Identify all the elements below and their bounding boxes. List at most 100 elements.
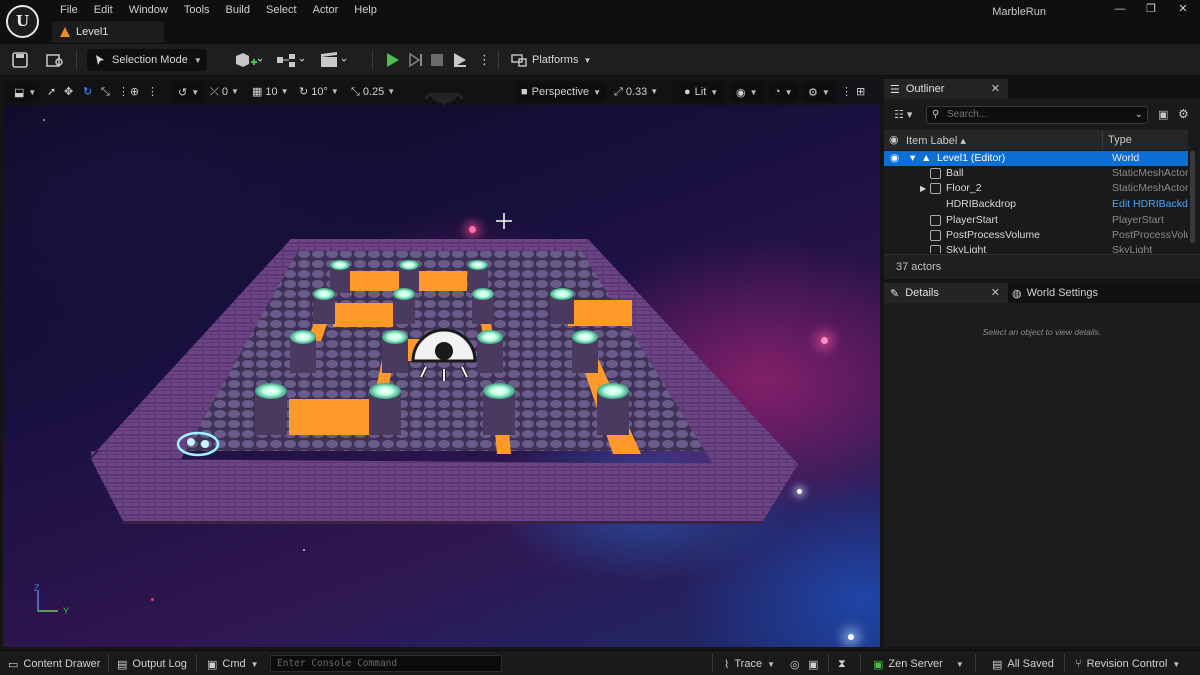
world-settings-tab[interactable]: ◍ World Settings (1012, 283, 1098, 303)
add-folder-icon[interactable]: ▣ (1158, 108, 1168, 121)
play-icon[interactable] (386, 52, 400, 68)
column-divider[interactable] (1102, 130, 1103, 150)
outliner-row[interactable]: PostProcessVolume PostProcessVolume (884, 228, 1188, 243)
surface-snapping-button[interactable]: ↺ ▼ (173, 82, 205, 102)
platforms-dropdown[interactable]: Platforms ▼ (511, 51, 591, 69)
transform-options-icon[interactable]: ⋮ (118, 84, 129, 100)
menu-actor[interactable]: Actor (305, 3, 347, 17)
eject-icon[interactable] (452, 52, 468, 68)
visibility-eye-icon[interactable]: ◉ (889, 133, 899, 146)
viewport-layout-icon[interactable]: ⊞ (856, 84, 865, 100)
search-icon: ⚲ (932, 109, 940, 120)
grid-snap-toggle[interactable]: ▦ 10 ▼ (252, 84, 289, 100)
maximize-icon[interactable]: ❐ (1134, 1, 1168, 19)
viewport-kebab-icon[interactable]: ⋮ (841, 84, 852, 100)
add-actor-icon[interactable] (234, 52, 262, 68)
camera-speed-button[interactable]: ⤢ 0.33 ▼ (614, 84, 658, 100)
trace-dropdown[interactable]: ⌇ Trace ▼ (724, 656, 775, 672)
unreal-logo-icon[interactable]: U (6, 5, 39, 38)
menu-window[interactable]: Window (121, 3, 176, 17)
cinematics-icon[interactable] (320, 52, 350, 68)
save-icon[interactable] (12, 52, 28, 68)
translate-tool-icon[interactable]: ✥ (64, 84, 73, 100)
details-tab[interactable]: ✎ Details ✕ (884, 283, 1008, 303)
viewport-settings-dropdown[interactable]: ⚙ ▼ (803, 82, 835, 102)
rotate-tool-icon[interactable]: ↻ (83, 84, 92, 100)
toolbar-separator (76, 50, 77, 70)
menu-tools[interactable]: Tools (176, 3, 218, 17)
close-icon[interactable]: ✕ (991, 286, 1000, 299)
chevron-down-icon: ▼ (955, 659, 964, 669)
level-viewport[interactable]: Z Y ⬓ ▼ ➚ ✥ ↻ ⤡ ⋮ ⊕ ⋮ ↺ ▼ ⤫ 0 ▼ ▦ 10 ▼ ↻ 10° ▼ ⤡… (3, 79, 880, 647)
axis-y-label: Y (63, 606, 69, 616)
chevron-down-icon: ⌄ (1134, 109, 1143, 120)
expand-arrow-icon[interactable]: ▾ (910, 151, 915, 166)
minimize-icon[interactable]: — (1103, 1, 1137, 19)
outliner-scrollbar[interactable] (1190, 151, 1195, 243)
view-mode-dropdown[interactable]: ● Lit ▼ (679, 82, 724, 102)
viewport-menu-button[interactable]: ⬓ ▼ (9, 82, 39, 102)
menu-edit[interactable]: Edit (86, 3, 121, 17)
content-drawer-button[interactable]: ▭ Content Drawer (8, 656, 100, 672)
derived-data-icon[interactable]: ⧗ (838, 656, 846, 672)
all-saved-button[interactable]: ▤ All Saved (992, 656, 1054, 672)
outliner-search-input[interactable]: ⚲ Search... ⌄ (926, 106, 1148, 124)
scale-snap-toggle[interactable]: ⤡ 0.25 ▼ (351, 84, 395, 100)
chevron-down-icon: ▼ (330, 87, 339, 96)
selection-mode-dropdown[interactable]: Selection Mode ▼ (87, 49, 207, 71)
perspective-label: Perspective (531, 86, 590, 98)
outliner-row[interactable]: ◉ ▾ ▲ Level1 (Editor) World (884, 151, 1188, 166)
menu-select[interactable]: Select (258, 3, 305, 17)
chevron-down-icon: ▼ (387, 87, 396, 96)
coordinate-system-icon[interactable]: ⊕ (130, 84, 139, 100)
show-flags-dropdown[interactable]: ◉ ▼ (731, 82, 763, 102)
record-icon[interactable]: ◎ (790, 656, 800, 672)
chevron-down-icon: ▼ (193, 55, 202, 65)
filter-icon[interactable]: ☷ ▾ (894, 108, 912, 121)
gear-icon[interactable]: ⚙ (1178, 107, 1189, 121)
type-column-header[interactable]: Type (1108, 134, 1132, 146)
output-log-button[interactable]: ▤ Output Log (117, 656, 187, 672)
close-window-icon[interactable]: ✕ (1166, 1, 1200, 19)
outliner-row[interactable]: Ball StaticMeshActor (884, 166, 1188, 181)
item-label-column[interactable]: Item Label ▴ (906, 134, 966, 147)
menu-build[interactable]: Build (218, 3, 258, 17)
outliner-panel: ☰ Outliner ✕ ☷ ▾ ⚲ Search... ⌄ ▣ ⚙ ◉ Ite… (884, 79, 1200, 279)
screenshot-icon[interactable]: ▣ (808, 656, 818, 672)
surface-snap-icon: ↺ (178, 86, 188, 99)
angle-snap-toggle[interactable]: ↻ 10° ▼ (299, 84, 339, 100)
select-tool-icon[interactable]: ➚ (47, 84, 56, 100)
outliner-tab[interactable]: ☰ Outliner ✕ (884, 79, 1008, 99)
outliner-row[interactable]: HDRIBackdrop Edit HDRIBackdrop (884, 197, 1188, 212)
trace-icon: ⌇ (724, 658, 730, 671)
step-forward-icon[interactable] (409, 52, 423, 68)
player-start-icon[interactable] (411, 328, 477, 381)
revision-control-dropdown[interactable]: ⑂ Revision Control ▼ (1075, 656, 1180, 672)
back-wall (291, 239, 588, 251)
play-options-icon[interactable]: ⋮ (478, 52, 491, 68)
menu-help[interactable]: Help (346, 3, 385, 17)
perspective-dropdown[interactable]: ■ Perspective ▼ (516, 82, 607, 102)
expand-arrow-icon[interactable]: ▶ (920, 181, 926, 196)
zen-server-dropdown[interactable]: ▣ Zen Server ▼ (873, 656, 964, 672)
level-tab[interactable]: Level1 (52, 21, 164, 43)
performance-dropdown[interactable]: ◔ ▼ (769, 82, 798, 102)
outliner-row[interactable]: ▶ Floor_2 StaticMeshActor (884, 181, 1188, 196)
viewport-more-icon[interactable]: ⋮ (147, 84, 158, 100)
chevron-down-icon: ▼ (280, 87, 289, 96)
visibility-eye-icon[interactable]: ◉ (890, 151, 899, 166)
content-browser-icon[interactable] (46, 52, 64, 68)
menu-file[interactable]: File (52, 3, 86, 17)
close-icon[interactable]: ✕ (991, 82, 1000, 95)
blueprint-icon[interactable] (276, 52, 306, 68)
row-type-link[interactable]: Edit HDRIBackdrop (1112, 197, 1188, 212)
console-command-input[interactable]: Enter Console Command (270, 655, 502, 672)
content-drawer-label: Content Drawer (23, 658, 101, 670)
rotation-snap-toggle[interactable]: ⤫ 0 ▼ (210, 84, 239, 100)
cmd-dropdown[interactable]: ▣ Cmd ▼ (207, 656, 259, 672)
outliner-row[interactable]: PlayerStart PlayerStart (884, 213, 1188, 228)
outliner-row[interactable]: SkyLight SkyLight (884, 243, 1188, 253)
stop-icon[interactable] (431, 52, 443, 68)
scale-tool-icon[interactable]: ⤡ (101, 84, 110, 100)
status-bar: ▭ Content Drawer ▤ Output Log ▣ Cmd ▼ Enter … (0, 650, 1200, 675)
